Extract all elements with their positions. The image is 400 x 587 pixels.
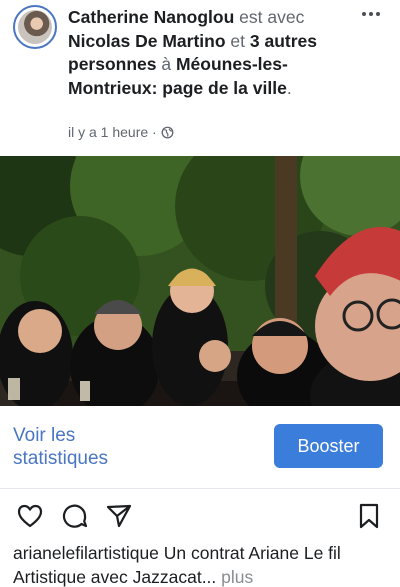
instagram-action-bar [0,500,400,534]
post-actions: Voir les statistiques Booster [0,406,400,488]
view-statistics-link[interactable]: Voir les statistiques [13,424,153,470]
post-timestamp: il y a 1 heure · [68,124,174,140]
divider [0,488,400,489]
timestamp-text: il y a 1 heure · [68,124,157,140]
see-more-link[interactable]: plus [216,567,253,587]
comment-icon[interactable] [61,502,89,530]
with-text: est avec [239,7,305,27]
post-caption: arianelefilartistique Un contrat Ariane … [13,541,393,587]
heart-icon[interactable] [16,502,44,530]
tagged-person[interactable]: Nicolas De Martino [68,31,226,51]
avatar-image [18,10,52,44]
author-name[interactable]: Catherine Nanoglou [68,7,234,27]
bookmark-icon[interactable] [355,502,383,530]
post-header: Catherine Nanoglou est avec Nicolas De M… [0,0,400,156]
more-dots-icon [362,12,366,16]
period: . [286,77,292,98]
more-options-button[interactable] [360,4,382,24]
post-photo[interactable] [0,156,400,406]
globe-icon[interactable] [161,126,174,139]
at-text: à [161,54,172,74]
boost-button[interactable]: Booster [274,424,383,468]
group-selfie-photo [0,156,400,406]
share-icon[interactable] [105,502,133,530]
post-header-text: Catherine Nanoglou est avec Nicolas De M… [68,6,358,100]
and-text: et [230,30,246,51]
avatar[interactable] [13,5,57,49]
caption-text: arianelefilartistique Un contrat Ariane … [13,543,341,587]
